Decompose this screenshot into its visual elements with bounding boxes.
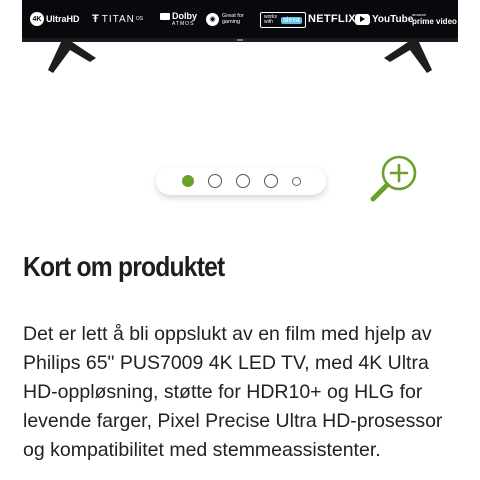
works-with-label: works with xyxy=(264,14,278,25)
tv-stand xyxy=(48,40,432,73)
zoom-in-icon xyxy=(370,155,417,202)
gaming-badge: ◉ Great for gaming xyxy=(206,6,250,32)
titan-os-label: TITAN xyxy=(101,13,135,25)
dolby-label: Dolby xyxy=(172,11,198,21)
dolby-atmos-badge: Dolby ATMOS xyxy=(160,6,197,32)
section-heading: Kort om produktet xyxy=(23,251,225,282)
carousel-pagination xyxy=(156,167,326,195)
youtube-badge: YouTube xyxy=(355,6,413,32)
carousel-dot-3[interactable] xyxy=(235,174,250,188)
prime-video-badge: amazon prime video xyxy=(412,6,457,32)
stand-right-foot xyxy=(384,40,432,73)
product-image[interactable]: 4K UltraHD Ŧ TITAN OS Dolby ATMOS ◉ Great… xyxy=(0,0,480,160)
titan-icon: Ŧ xyxy=(92,13,99,25)
zoom-button[interactable] xyxy=(368,152,422,206)
alexa-logo: alexa xyxy=(281,16,302,24)
carousel-dot-2[interactable] xyxy=(207,174,222,188)
youtube-play-icon xyxy=(355,13,370,25)
titan-os-badge: Ŧ TITAN OS xyxy=(92,6,143,32)
gaming-label: Great for gaming xyxy=(222,13,244,25)
uhd-badge: 4K UltraHD xyxy=(30,6,80,32)
carousel-dot-1[interactable] xyxy=(181,175,194,187)
gamepad-icon: ◉ xyxy=(206,12,219,26)
uhd-badge-label: UltraHD xyxy=(46,14,80,24)
product-description: Det er lett å bli oppslukt av en film me… xyxy=(23,323,443,461)
alexa-badge: works with alexa xyxy=(260,12,306,28)
stand-left-foot xyxy=(48,40,96,73)
youtube-label: YouTube xyxy=(372,13,414,25)
dolby-icon xyxy=(160,12,170,20)
titan-os-sup: OS xyxy=(135,16,144,22)
prime-video-label: prime video xyxy=(412,17,457,26)
4k-icon: 4K xyxy=(30,12,44,26)
carousel-dot-5[interactable] xyxy=(291,176,301,186)
dolby-label-row: Dolby xyxy=(160,11,197,21)
netflix-badge: NETFLIX xyxy=(308,6,356,32)
atmos-label: ATMOS xyxy=(172,21,195,27)
carousel-dot-4[interactable] xyxy=(263,174,278,188)
feature-badges: 4K UltraHD Ŧ TITAN OS Dolby ATMOS ◉ Great… xyxy=(22,6,458,32)
netflix-label: NETFLIX xyxy=(308,13,356,25)
